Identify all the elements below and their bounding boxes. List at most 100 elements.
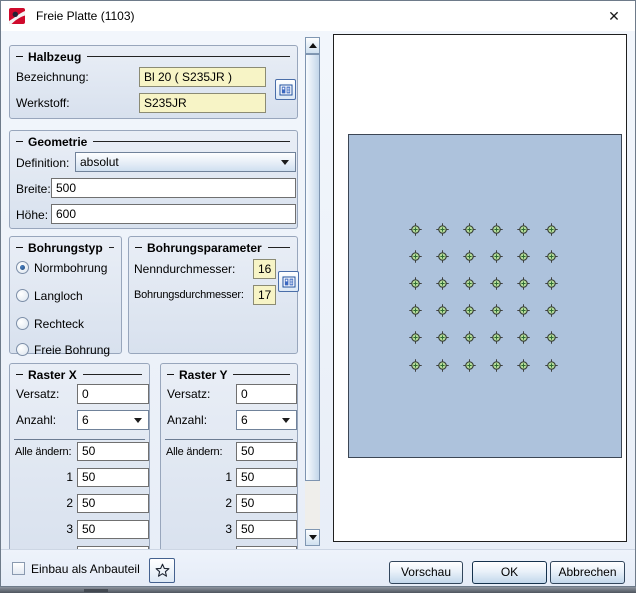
chevron-down-icon <box>282 418 290 423</box>
left-panel-scrollbar[interactable] <box>305 37 320 546</box>
catalog-icon <box>279 83 293 97</box>
alle-aendern-label: Alle ändern: <box>15 442 71 462</box>
radio-label[interactable]: Freie Bohrung <box>34 340 110 360</box>
row-index: 1 <box>40 468 73 487</box>
hole-symbol <box>436 223 449 236</box>
hole-symbol <box>517 250 530 263</box>
divider <box>87 56 290 57</box>
footer-bar: Einbau als Anbauteil Vorschau OK Abbrech… <box>1 549 635 586</box>
app-icon <box>9 8 25 24</box>
collapse-icon[interactable] <box>16 141 23 142</box>
background-artifact <box>84 589 108 592</box>
hole-symbol <box>545 359 558 372</box>
hole-symbol <box>517 223 530 236</box>
scroll-down-button[interactable] <box>305 529 320 546</box>
hole-symbol <box>517 359 530 372</box>
raster-y-row-input[interactable]: 50 <box>236 520 297 539</box>
nenndurchmesser-label: Nenndurchmesser: <box>134 259 235 279</box>
collapse-icon[interactable] <box>16 247 23 248</box>
bore-catalog-button[interactable] <box>278 271 299 292</box>
divider <box>165 439 293 440</box>
hole-symbol <box>545 250 558 263</box>
radio-normbohrung[interactable] <box>16 261 29 274</box>
collapse-icon[interactable] <box>16 56 23 57</box>
collapse-icon[interactable] <box>135 247 142 248</box>
bohrungsdurchmesser-input[interactable]: 17 <box>253 285 276 305</box>
favorite-button[interactable] <box>149 558 175 583</box>
group-bohrungstyp: Bohrungstyp Normbohrung Langloch Rechtec… <box>9 236 122 354</box>
hole-symbol <box>517 304 530 317</box>
anzahl-label: Anzahl: <box>167 410 207 430</box>
hoehe-input[interactable]: 600 <box>51 204 296 224</box>
definition-select[interactable]: absolut <box>75 152 296 172</box>
hoehe-label: Höhe: <box>16 205 48 225</box>
breite-label: Breite: <box>16 179 51 199</box>
hole-symbol <box>517 277 530 290</box>
divider <box>233 374 290 375</box>
radio-label[interactable]: Langloch <box>34 286 83 306</box>
radio-freie-bohrung[interactable] <box>16 343 29 356</box>
divider <box>14 439 145 440</box>
definition-label: Definition: <box>16 153 69 173</box>
radio-langloch[interactable] <box>16 289 29 302</box>
group-raster-x: Raster X Versatz: 0 Anzahl: 6 Alle änder… <box>9 363 150 567</box>
preview-plate <box>348 134 622 458</box>
versatz-label: Versatz: <box>16 384 59 404</box>
raster-y-row-input[interactable]: 50 <box>236 494 297 513</box>
radio-label[interactable]: Normbohrung <box>34 258 107 278</box>
arrow-up-icon <box>309 43 317 48</box>
raster-y-row-input[interactable]: 50 <box>236 468 297 487</box>
radio-label[interactable]: Rechteck <box>34 314 84 334</box>
close-button[interactable]: ✕ <box>601 4 627 28</box>
bezeichnung-label: Bezeichnung: <box>16 67 89 87</box>
abbrechen-button[interactable]: Abbrechen <box>550 561 625 584</box>
bezeichnung-input[interactable]: Bl 20 ( S235JR ) <box>139 67 266 87</box>
row-index: 2 <box>199 494 232 513</box>
hole-symbol <box>490 277 503 290</box>
alle-aendern-x-input[interactable]: 50 <box>77 442 149 461</box>
hole-symbol <box>463 304 476 317</box>
star-icon <box>155 563 170 578</box>
einbau-checkbox-label[interactable]: Einbau als Anbauteil <box>31 559 140 579</box>
scroll-up-button[interactable] <box>305 37 320 54</box>
vorschau-button[interactable]: Vorschau <box>389 561 463 584</box>
einbau-checkbox[interactable] <box>12 562 25 575</box>
nenndurchmesser-input[interactable]: 16 <box>253 259 276 279</box>
hole-symbol <box>517 331 530 344</box>
hole-symbol <box>490 304 503 317</box>
collapse-icon[interactable] <box>167 374 174 375</box>
hole-symbol <box>490 250 503 263</box>
ok-button[interactable]: OK <box>472 561 547 584</box>
anzahl-y-select[interactable]: 6 <box>236 410 297 430</box>
raster-x-row-input[interactable]: 50 <box>77 468 149 487</box>
group-title: Halbzeug <box>28 50 81 64</box>
titlebar: Freie Platte (1103) ✕ <box>1 1 635 31</box>
divider <box>83 374 142 375</box>
hole-symbol <box>463 359 476 372</box>
material-catalog-button[interactable] <box>275 79 296 100</box>
group-geometrie: Geometrie Definition: absolut Breite: 50… <box>9 130 298 229</box>
versatz-x-input[interactable]: 0 <box>77 384 149 404</box>
raster-x-row-input[interactable]: 50 <box>77 494 149 513</box>
versatz-y-input[interactable]: 0 <box>236 384 297 404</box>
breite-input[interactable]: 500 <box>51 178 296 198</box>
versatz-label: Versatz: <box>167 384 210 404</box>
hole-symbol <box>436 359 449 372</box>
radio-rechteck[interactable] <box>16 317 29 330</box>
window-title: Freie Platte (1103) <box>36 9 135 23</box>
divider <box>93 141 290 142</box>
collapse-icon[interactable] <box>16 374 23 375</box>
scrollbar-thumb[interactable] <box>305 54 320 481</box>
alle-aendern-y-input[interactable]: 50 <box>236 442 297 461</box>
alle-aendern-label: Alle ändern: <box>166 442 222 462</box>
hole-symbol <box>409 304 422 317</box>
werkstoff-input[interactable]: S235JR <box>139 93 266 113</box>
raster-x-row-input[interactable]: 50 <box>77 520 149 539</box>
hole-symbol <box>409 331 422 344</box>
anzahl-x-select[interactable]: 6 <box>77 410 149 430</box>
chevron-down-icon <box>134 418 142 423</box>
group-title: Bohrungstyp <box>28 241 103 255</box>
hole-symbol <box>409 223 422 236</box>
bohrungsdurchmesser-label: Bohrungsdurchmesser: <box>134 285 244 305</box>
hole-symbol <box>463 223 476 236</box>
